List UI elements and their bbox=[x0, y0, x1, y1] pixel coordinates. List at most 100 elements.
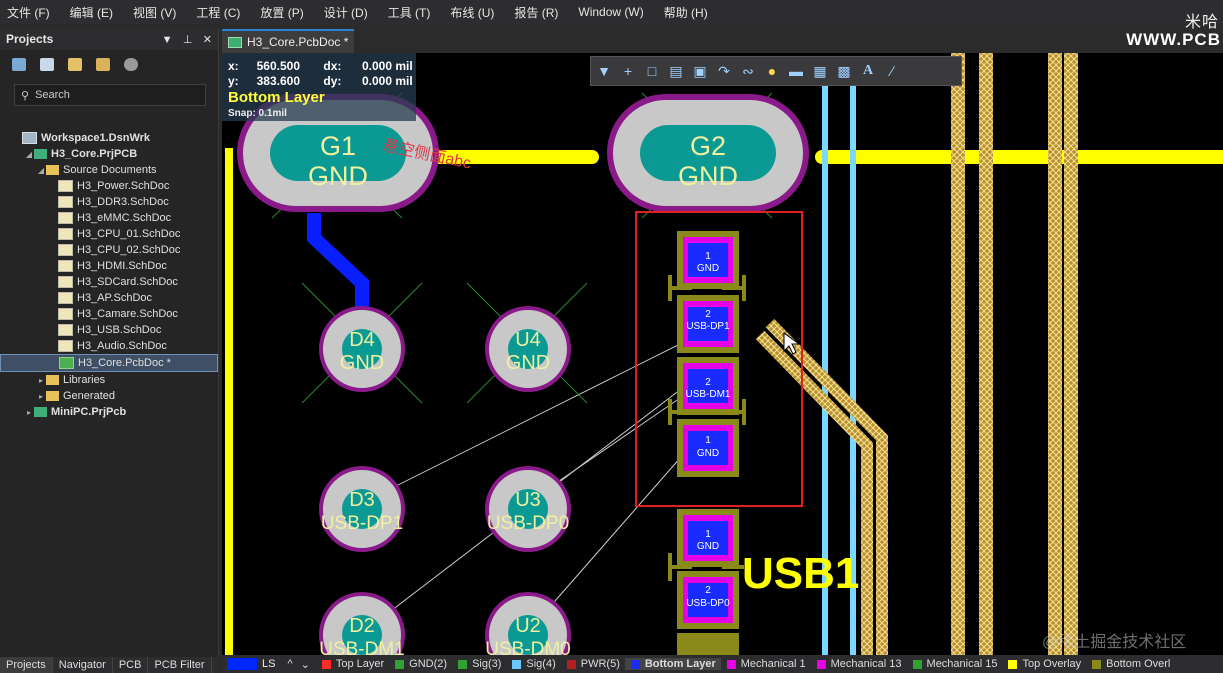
panel-tab-2[interactable]: PCB bbox=[113, 657, 149, 673]
tree-expand-icon[interactable]: ◢ bbox=[36, 166, 46, 175]
component-g2[interactable]: G2 GND bbox=[607, 92, 809, 219]
tree-item[interactable]: H3_SDCard.SchDoc bbox=[0, 274, 218, 290]
pad5-num: 1 bbox=[705, 529, 711, 540]
tree-item[interactable]: H3_Core.PcbDoc * bbox=[0, 354, 218, 372]
open-folder-icon[interactable] bbox=[68, 57, 82, 71]
probe-icon[interactable]: ● bbox=[761, 63, 783, 79]
tree-item[interactable]: H3_HDMI.SchDoc bbox=[0, 258, 218, 274]
tree-item[interactable]: H3_Camare.SchDoc bbox=[0, 306, 218, 322]
tree-item[interactable]: H3_CPU_01.SchDoc bbox=[0, 226, 218, 242]
tree-expand-icon[interactable]: ▸ bbox=[36, 392, 46, 401]
smd-pad-5[interactable]: 1 GND bbox=[677, 509, 739, 567]
text-icon[interactable]: A bbox=[857, 63, 879, 79]
gear-icon[interactable] bbox=[124, 57, 138, 71]
menu-item-10[interactable]: 帮助 (H) bbox=[664, 4, 708, 21]
pcb-canvas[interactable]: G1 GND G2 GND 悬空侧面abc D4 GND U4 GND D3 U… bbox=[222, 53, 1223, 657]
d4-net: GND bbox=[340, 352, 384, 374]
tree-item[interactable]: H3_CPU_02.SchDoc bbox=[0, 242, 218, 258]
component-d3[interactable]: D3 USB-DP1 bbox=[319, 466, 405, 552]
smd-pad-6[interactable]: 2 USB-DP0 bbox=[677, 571, 739, 629]
tree-item[interactable]: ◢ Source Documents bbox=[0, 162, 218, 178]
tree-item[interactable]: H3_Audio.SchDoc bbox=[0, 338, 218, 354]
search-input[interactable]: ⚲ Search bbox=[14, 84, 206, 106]
panel-tab-1[interactable]: Navigator bbox=[53, 657, 113, 673]
layer-tab[interactable]: Bottom Overl bbox=[1086, 658, 1175, 670]
crosshair-icon[interactable]: + bbox=[617, 63, 639, 79]
save-icon[interactable] bbox=[12, 57, 26, 71]
menu-item-9[interactable]: Window (W) bbox=[578, 5, 643, 19]
filter-icon[interactable]: ▼ bbox=[593, 63, 615, 79]
smd-pad-1[interactable]: 1 GND bbox=[677, 231, 739, 289]
d3-net: USB-DP1 bbox=[321, 513, 403, 534]
folder-icon bbox=[46, 375, 59, 385]
document-tab[interactable]: H3_Core.PcbDoc * bbox=[222, 29, 355, 53]
layer-tab[interactable]: Top Layer bbox=[316, 658, 389, 670]
menu-item-7[interactable]: 布线 (U) bbox=[450, 4, 494, 21]
component-u3[interactable]: U3 USB-DP0 bbox=[485, 466, 571, 552]
tree-item[interactable]: Workspace1.DsnWrk bbox=[0, 130, 218, 146]
polygon-icon[interactable]: ▬ bbox=[785, 63, 807, 79]
panel-tab-3[interactable]: PCB Filter bbox=[148, 657, 212, 673]
diff-pair-icon[interactable]: ∾ bbox=[737, 63, 759, 80]
layer-next-icon[interactable]: ⌄ bbox=[301, 658, 310, 671]
tree-item[interactable]: ▸ Libraries bbox=[0, 372, 218, 388]
layer-tab[interactable]: Top Overlay bbox=[1002, 658, 1086, 670]
smd-pad-3[interactable]: 2 USB-DM1 bbox=[677, 357, 739, 415]
tree-item[interactable]: H3_AP.SchDoc bbox=[0, 290, 218, 306]
tree-item[interactable]: H3_Power.SchDoc bbox=[0, 178, 218, 194]
panel-menu-icon[interactable]: ▼ bbox=[162, 34, 173, 46]
tree-expand-icon[interactable]: ▸ bbox=[36, 376, 46, 385]
tree-item[interactable]: H3_USB.SchDoc bbox=[0, 322, 218, 338]
g1-net: GND bbox=[308, 161, 368, 191]
current-layer-swatch[interactable] bbox=[227, 658, 257, 670]
line-icon[interactable]: ∕ bbox=[881, 63, 903, 79]
layer-tab[interactable]: PWR(5) bbox=[561, 658, 625, 670]
layer-tab[interactable]: Bottom Layer bbox=[624, 658, 721, 670]
smd-pad-2[interactable]: 2 USB-DP1 bbox=[677, 295, 739, 353]
folder-settings-icon[interactable] bbox=[96, 57, 110, 71]
tree-item[interactable]: H3_eMMC.SchDoc bbox=[0, 210, 218, 226]
layer-tab[interactable]: Mechanical 13 bbox=[811, 658, 907, 670]
panel-close-icon[interactable]: ✕ bbox=[203, 34, 212, 46]
menu-item-4[interactable]: 放置 (P) bbox=[260, 4, 303, 21]
menu-item-5[interactable]: 设计 (D) bbox=[324, 4, 368, 21]
image-icon[interactable]: ▩ bbox=[833, 63, 855, 80]
hud-dx-value: 0.000 mil bbox=[362, 59, 413, 73]
layer-tab[interactable]: Mechanical 1 bbox=[721, 658, 811, 670]
route-icon[interactable]: ↷ bbox=[713, 63, 735, 80]
layer-tab[interactable]: Mechanical 15 bbox=[907, 658, 1003, 670]
u4-net: GND bbox=[506, 352, 550, 374]
menu-item-2[interactable]: 视图 (V) bbox=[133, 4, 176, 21]
tree-item[interactable]: ◢ H3_Core.PrjPCB bbox=[0, 146, 218, 162]
smd-pad-4[interactable]: 1 GND bbox=[677, 419, 739, 477]
menu-item-8[interactable]: 报告 (R) bbox=[514, 4, 558, 21]
save-all-icon[interactable] bbox=[40, 57, 54, 71]
layer-tab-label: Top Layer bbox=[335, 658, 385, 670]
component-u2[interactable]: U2 USB-DM0 bbox=[485, 592, 571, 657]
panel-tab-0[interactable]: Projects bbox=[0, 657, 53, 673]
tree-item[interactable]: ▸ MiniPC.PrjPcb bbox=[0, 404, 218, 420]
sch-icon bbox=[58, 324, 73, 336]
panel-pin-icon[interactable]: ⊥ bbox=[183, 34, 193, 46]
smd-pad-7[interactable] bbox=[677, 633, 739, 657]
tree-expand-icon[interactable]: ◢ bbox=[24, 150, 34, 159]
chart-icon[interactable]: ▤ bbox=[665, 63, 687, 80]
menu-item-3[interactable]: 工程 (C) bbox=[196, 4, 240, 21]
menu-item-1[interactable]: 编辑 (E) bbox=[70, 4, 113, 21]
layer-tab[interactable]: Sig(4) bbox=[506, 658, 560, 670]
u2-ref: U2 bbox=[515, 615, 541, 637]
tree-expand-icon[interactable]: ▸ bbox=[24, 408, 34, 417]
select-rect-icon[interactable]: □ bbox=[641, 63, 663, 79]
tree-item[interactable]: H3_DDR3.SchDoc bbox=[0, 194, 218, 210]
menu-item-0[interactable]: 文件 (F) bbox=[7, 4, 50, 21]
measure-icon[interactable]: ▦ bbox=[809, 63, 831, 80]
component-d2[interactable]: D2 USB-DM1 bbox=[319, 592, 405, 657]
layer-tab[interactable]: GND(2) bbox=[389, 658, 452, 670]
component-icon[interactable]: ▣ bbox=[689, 63, 711, 80]
tree-item[interactable]: ▸ Generated bbox=[0, 388, 218, 404]
layer-tab[interactable]: Sig(3) bbox=[452, 658, 506, 670]
u3-net: USB-DP0 bbox=[487, 513, 569, 534]
menu-item-6[interactable]: 工具 (T) bbox=[388, 4, 431, 21]
layer-prev-icon[interactable]: ^ bbox=[287, 658, 292, 670]
component-u4[interactable]: U4 GND bbox=[466, 282, 588, 404]
